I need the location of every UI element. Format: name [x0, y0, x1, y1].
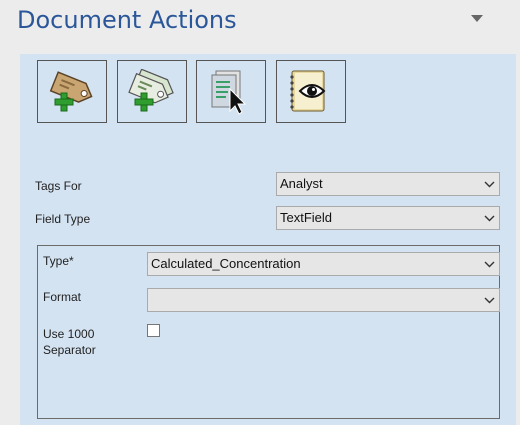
select-document-icon — [211, 70, 247, 115]
panel-title: Document Actions — [17, 6, 237, 34]
type-select[interactable]: Calculated_Concentration — [147, 252, 500, 276]
chevron-down-icon — [484, 181, 495, 188]
tags-for-value: Analyst — [280, 176, 323, 191]
add-tag-icon — [49, 71, 93, 112]
chevron-down-icon — [484, 261, 495, 268]
field-properties-group: Type* Calculated_Concentration Format Us… — [37, 245, 500, 419]
add-tag-button[interactable] — [37, 60, 107, 123]
format-label: Format — [43, 290, 82, 304]
type-label: Type* — [43, 254, 74, 268]
add-multiple-tags-button[interactable] — [117, 60, 187, 123]
document-actions-panel: Document Actions Tags For Analyst Field … — [0, 0, 520, 425]
format-select[interactable] — [147, 288, 500, 312]
separator-label: Use 1000 Separator — [43, 326, 96, 358]
separator-label-line2: Separator — [43, 343, 96, 357]
add-multiple-tags-icon — [128, 69, 174, 112]
tags-for-select[interactable]: Analyst — [276, 172, 500, 196]
collapse-panel-button[interactable] — [468, 12, 486, 26]
select-document-button[interactable] — [196, 60, 266, 123]
use-1000-separator-checkbox[interactable] — [147, 324, 160, 337]
actions-content: Tags For Analyst Field Type TextField Ty… — [20, 54, 516, 425]
tags-for-label: Tags For — [35, 179, 82, 193]
chevron-down-icon — [484, 297, 495, 304]
view-notebook-button[interactable] — [276, 60, 346, 123]
view-notebook-icon — [290, 70, 326, 112]
chevron-down-icon — [471, 15, 483, 22]
field-type-label: Field Type — [35, 212, 91, 226]
type-value: Calculated_Concentration — [151, 256, 301, 271]
chevron-down-icon — [484, 215, 495, 222]
field-type-select[interactable]: TextField — [276, 206, 500, 230]
field-type-value: TextField — [280, 210, 333, 225]
separator-label-line1: Use 1000 — [43, 327, 95, 341]
